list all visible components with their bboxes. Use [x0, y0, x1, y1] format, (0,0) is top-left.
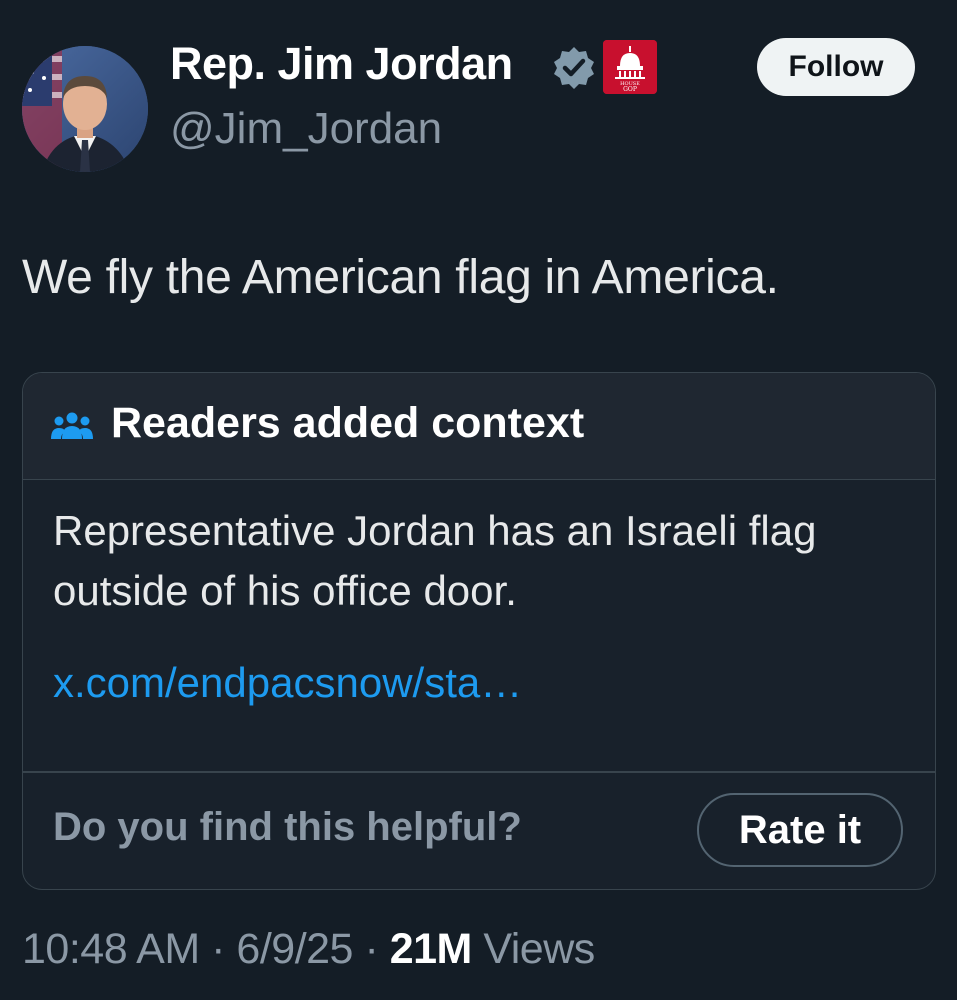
author-handle[interactable]: @Jim_Jordan	[170, 104, 442, 154]
views-count[interactable]: 21M	[390, 925, 473, 973]
people-group-icon	[51, 412, 93, 439]
tweet-page: Rep. Jim Jordan HOUSE GOP @Jim_Jordan Fo…	[0, 0, 957, 1000]
helpful-question: Do you find this helpful?	[53, 805, 522, 849]
rate-it-button[interactable]: Rate it	[697, 793, 903, 867]
svg-text:GOP: GOP	[623, 86, 637, 93]
community-note-divider	[23, 771, 935, 773]
meta-separator: ·	[211, 925, 225, 973]
tweet-meta: 10:48 AM · 6/9/25 · 21M Views	[22, 925, 595, 974]
author-avatar[interactable]	[22, 46, 148, 172]
follow-button[interactable]: Follow	[757, 38, 915, 96]
tweet-text: We fly the American flag in America.	[22, 251, 779, 304]
house-gop-badge[interactable]: HOUSE GOP	[603, 40, 657, 94]
capitol-dome-icon: HOUSE GOP	[603, 40, 657, 94]
tweet-time[interactable]: 10:48 AM	[22, 925, 200, 973]
community-note-body: Representative Jordan has an Israeli fla…	[53, 507, 817, 614]
community-note-source-link[interactable]: x.com/endpacsnow/sta…	[53, 659, 522, 707]
avatar-image	[22, 46, 148, 172]
views-label[interactable]: Views	[483, 925, 595, 973]
tweet-date[interactable]: 6/9/25	[236, 925, 353, 973]
community-note-title: Readers added context	[111, 399, 585, 447]
community-note-header: Readers added context	[23, 373, 935, 480]
author-display-name[interactable]: Rep. Jim Jordan	[170, 38, 513, 90]
verified-badge-icon[interactable]	[550, 44, 598, 92]
meta-separator: ·	[364, 925, 379, 973]
community-note-card: Readers added context Representative Jor…	[22, 372, 936, 890]
